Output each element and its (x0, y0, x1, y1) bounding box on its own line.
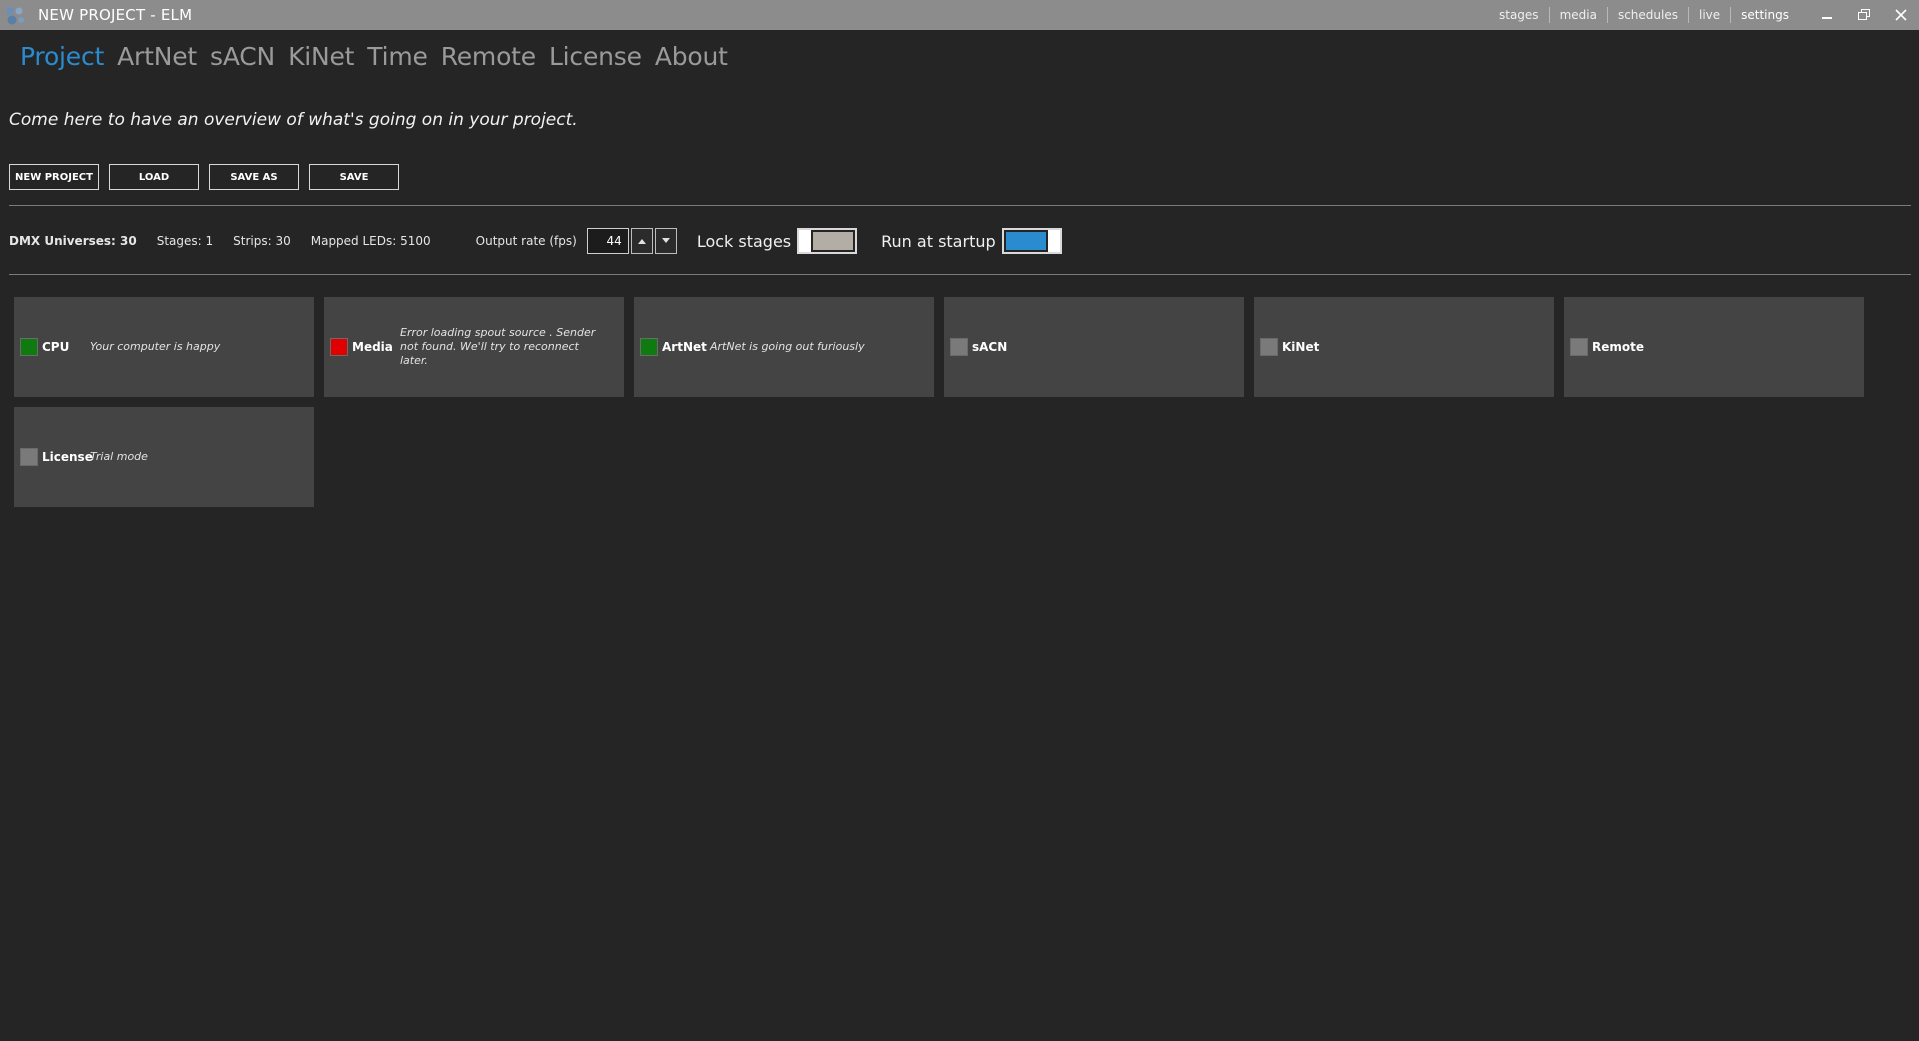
status-indicator (640, 338, 658, 356)
restore-icon (1857, 9, 1870, 20)
tab-license[interactable]: License (549, 42, 642, 71)
output-rate-input[interactable]: 44 (586, 228, 629, 254)
status-card-cpu: CPU Your computer is happy (14, 297, 314, 397)
toggle-fill (813, 232, 854, 250)
save-button[interactable]: SAVE (309, 164, 399, 190)
status-indicator (950, 338, 968, 356)
nav-live[interactable]: live (1687, 7, 1730, 23)
increment-button[interactable] (630, 228, 653, 254)
status-card-name: ArtNet (662, 340, 707, 354)
strips-count: Strips: 30 (233, 234, 291, 248)
toggle-knob (1047, 230, 1060, 252)
output-rate-label: Output rate (fps) (475, 234, 577, 248)
nav-media[interactable]: media (1548, 7, 1607, 23)
lock-stages-toggle[interactable] (797, 228, 858, 254)
status-indicator (20, 448, 38, 466)
tab-about[interactable]: About (655, 42, 728, 71)
status-card-name: KiNet (1282, 340, 1320, 354)
decrement-button[interactable] (654, 228, 677, 254)
run-at-startup-toggle[interactable] (1001, 228, 1062, 254)
toggle-knob (799, 230, 812, 252)
status-card-name: sACN (972, 340, 1008, 354)
title-bar: NEW PROJECT - ELM stages media schedules… (0, 0, 1919, 30)
close-button[interactable] (1888, 2, 1914, 28)
top-nav: stages media schedules live settings (1489, 0, 1799, 30)
status-card-name: CPU (42, 340, 70, 354)
window-controls (1809, 0, 1919, 30)
window-title: NEW PROJECT - ELM (38, 6, 193, 24)
chevron-down-icon (661, 238, 670, 243)
stages-count: Stages: 1 (156, 234, 214, 248)
status-indicator (330, 338, 348, 356)
new-project-button[interactable]: NEW PROJECT (9, 164, 99, 190)
nav-schedules[interactable]: schedules (1606, 7, 1688, 23)
divider (9, 205, 1911, 206)
status-card-message: Trial mode (90, 450, 148, 463)
tab-remote[interactable]: Remote (441, 42, 536, 71)
status-card-name: Remote (1592, 340, 1645, 354)
nav-settings[interactable]: settings (1730, 7, 1799, 23)
mapped-leds-count: Mapped LEDs: 5100 (310, 234, 431, 248)
status-card-name: Media (352, 340, 393, 354)
status-card-message: ArtNet is going out furiously (710, 340, 865, 353)
status-card-sacn: sACN (944, 297, 1244, 397)
status-indicator (20, 338, 38, 356)
project-actions: NEW PROJECT LOAD SAVE AS SAVE (9, 164, 409, 190)
tab-artnet[interactable]: ArtNet (117, 42, 197, 71)
lock-stages-label: Lock stages (696, 231, 792, 251)
chevron-up-icon (637, 239, 646, 244)
settings-tabs: Project ArtNet sACN KiNet Time Remote Li… (20, 38, 741, 74)
tab-sacn[interactable]: sACN (210, 42, 275, 71)
save-as-button[interactable]: SAVE AS (209, 164, 299, 190)
minimize-icon (1822, 17, 1833, 19)
load-button[interactable]: LOAD (109, 164, 199, 190)
status-card-remote: Remote (1564, 297, 1864, 397)
tab-time[interactable]: Time (367, 42, 428, 71)
nav-stages[interactable]: stages (1489, 7, 1549, 23)
status-card-name: License (42, 450, 93, 464)
status-card-license: License Trial mode (14, 407, 314, 507)
tab-kinet[interactable]: KiNet (288, 42, 354, 71)
divider (9, 274, 1911, 275)
status-card-message: Error loading spout source . Sender not … (400, 326, 596, 367)
status-card-media: Media Error loading spout source . Sende… (324, 297, 624, 397)
tab-project[interactable]: Project (20, 42, 104, 71)
status-card-artnet: ArtNet ArtNet is going out furiously (634, 297, 934, 397)
toggle-fill (1005, 232, 1046, 250)
close-icon (1895, 9, 1907, 21)
status-card-message: Your computer is happy (90, 340, 221, 353)
dmx-universes-count: DMX Universes: 30 (9, 234, 137, 248)
status-card-kinet: KiNet (1254, 297, 1554, 397)
run-at-startup-label: Run at startup (881, 231, 996, 251)
app-logo-icon (0, 0, 30, 30)
overview-description: Come here to have an overview of what's … (9, 110, 578, 130)
restore-button[interactable] (1851, 2, 1877, 28)
status-indicator (1260, 338, 1278, 356)
minimize-button[interactable] (1814, 2, 1840, 28)
status-indicator (1570, 338, 1588, 356)
project-stats: DMX Universes: 30 Stages: 1 Strips: 30 M… (9, 225, 1062, 257)
